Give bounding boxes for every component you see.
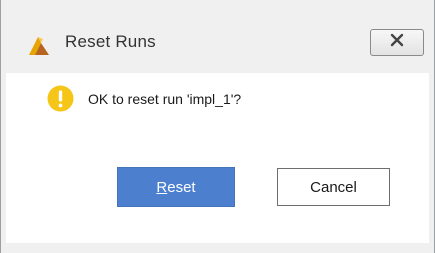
vivado-logo-icon: [27, 33, 51, 57]
confirmation-message: OK to reset run 'impl_1'?: [88, 91, 242, 107]
dialog-body: OK to reset run 'impl_1'? Reset Cancel: [6, 73, 429, 243]
reset-runs-dialog: Reset Runs OK to reset run 'impl_1'? Res…: [0, 0, 435, 253]
reset-label: eset: [167, 178, 196, 196]
reset-mnemonic: R: [156, 178, 168, 196]
cancel-label: Cancel: [310, 178, 357, 196]
close-icon: [389, 33, 405, 52]
reset-button[interactable]: Reset: [117, 167, 235, 207]
window-title: Reset Runs: [65, 32, 156, 51]
cancel-button[interactable]: Cancel: [277, 168, 390, 206]
close-button[interactable]: [370, 29, 424, 56]
title-bar[interactable]: Reset Runs: [1, 0, 434, 73]
warning-icon: [47, 85, 74, 112]
